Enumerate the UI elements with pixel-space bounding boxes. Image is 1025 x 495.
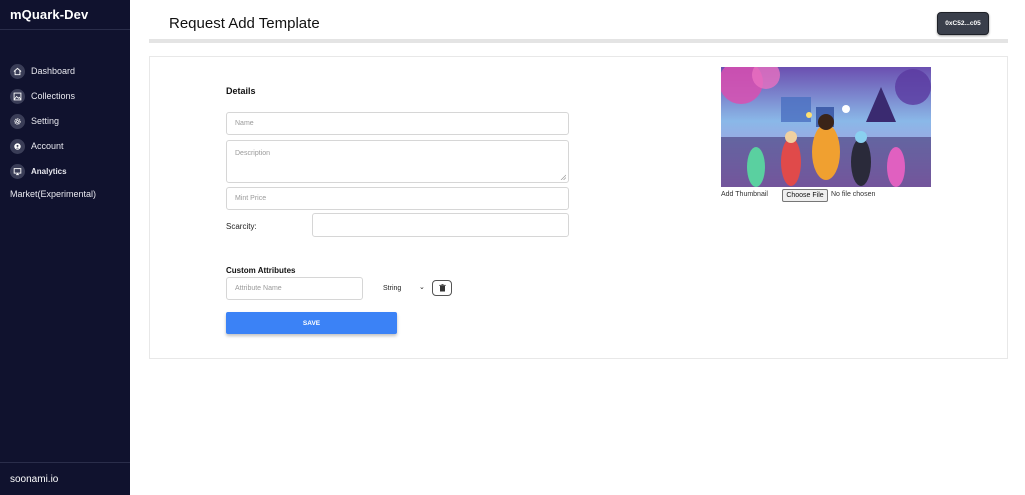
delete-attribute-button[interactable] xyxy=(432,280,452,296)
description-placeholder: Description xyxy=(235,150,271,157)
attribute-type-value: String xyxy=(383,285,402,292)
save-button[interactable]: SAVE xyxy=(226,312,397,334)
description-textarea[interactable]: Description xyxy=(226,140,569,183)
sidebar-item-label: Analytics xyxy=(31,166,67,176)
sidebar-footer-link[interactable]: soonami.io xyxy=(10,474,58,485)
scarcity-label: Scarcity: xyxy=(226,222,257,231)
sidebar-item-analytics[interactable]: Analytics xyxy=(10,162,67,180)
wallet-address-button[interactable]: 0xC52...c05 xyxy=(937,12,989,35)
mint-price-input[interactable]: Mint Price xyxy=(226,187,569,210)
sidebar-item-market[interactable]: Market(Experimental) xyxy=(10,189,96,199)
scarcity-input[interactable] xyxy=(312,213,569,237)
image-icon xyxy=(10,88,25,104)
add-thumbnail-label: Add Thumbnail xyxy=(721,191,768,198)
account-icon xyxy=(10,138,25,154)
sidebar-item-dashboard[interactable]: Dashboard xyxy=(10,62,75,80)
chevron-down-icon: ⌄ xyxy=(419,284,425,291)
app-root: mQuark-Dev Dashboard Collections Setting xyxy=(0,0,1025,495)
resize-grip-icon[interactable] xyxy=(560,174,566,180)
brand-name: mQuark-Dev xyxy=(10,7,89,22)
template-thumbnail-image xyxy=(721,67,931,187)
sidebar-footer-divider xyxy=(0,462,130,463)
sidebar: mQuark-Dev Dashboard Collections Setting xyxy=(0,0,130,495)
home-icon xyxy=(10,63,25,79)
trash-icon xyxy=(438,284,446,292)
file-status-text: No file chosen xyxy=(831,191,876,198)
sidebar-item-label: Dashboard xyxy=(31,66,76,76)
custom-attributes-heading: Custom Attributes xyxy=(226,266,296,275)
attribute-name-input[interactable]: Attribute Name xyxy=(226,277,363,300)
sidebar-item-account[interactable]: Account xyxy=(10,137,64,155)
name-input[interactable]: Name xyxy=(226,112,569,135)
choose-file-button[interactable]: Choose File xyxy=(782,189,828,202)
details-heading: Details xyxy=(226,86,256,96)
sidebar-item-setting[interactable]: Setting xyxy=(10,112,59,130)
header-divider xyxy=(149,39,1008,43)
page-title: Request Add Template xyxy=(169,15,320,32)
sidebar-divider xyxy=(0,29,130,30)
sidebar-item-collections[interactable]: Collections xyxy=(10,87,75,105)
sidebar-item-label: Setting xyxy=(31,116,60,126)
monitor-icon xyxy=(10,163,25,179)
sidebar-item-label: Account xyxy=(31,141,64,151)
gear-icon xyxy=(10,113,25,129)
sidebar-item-label: Collections xyxy=(31,91,76,101)
